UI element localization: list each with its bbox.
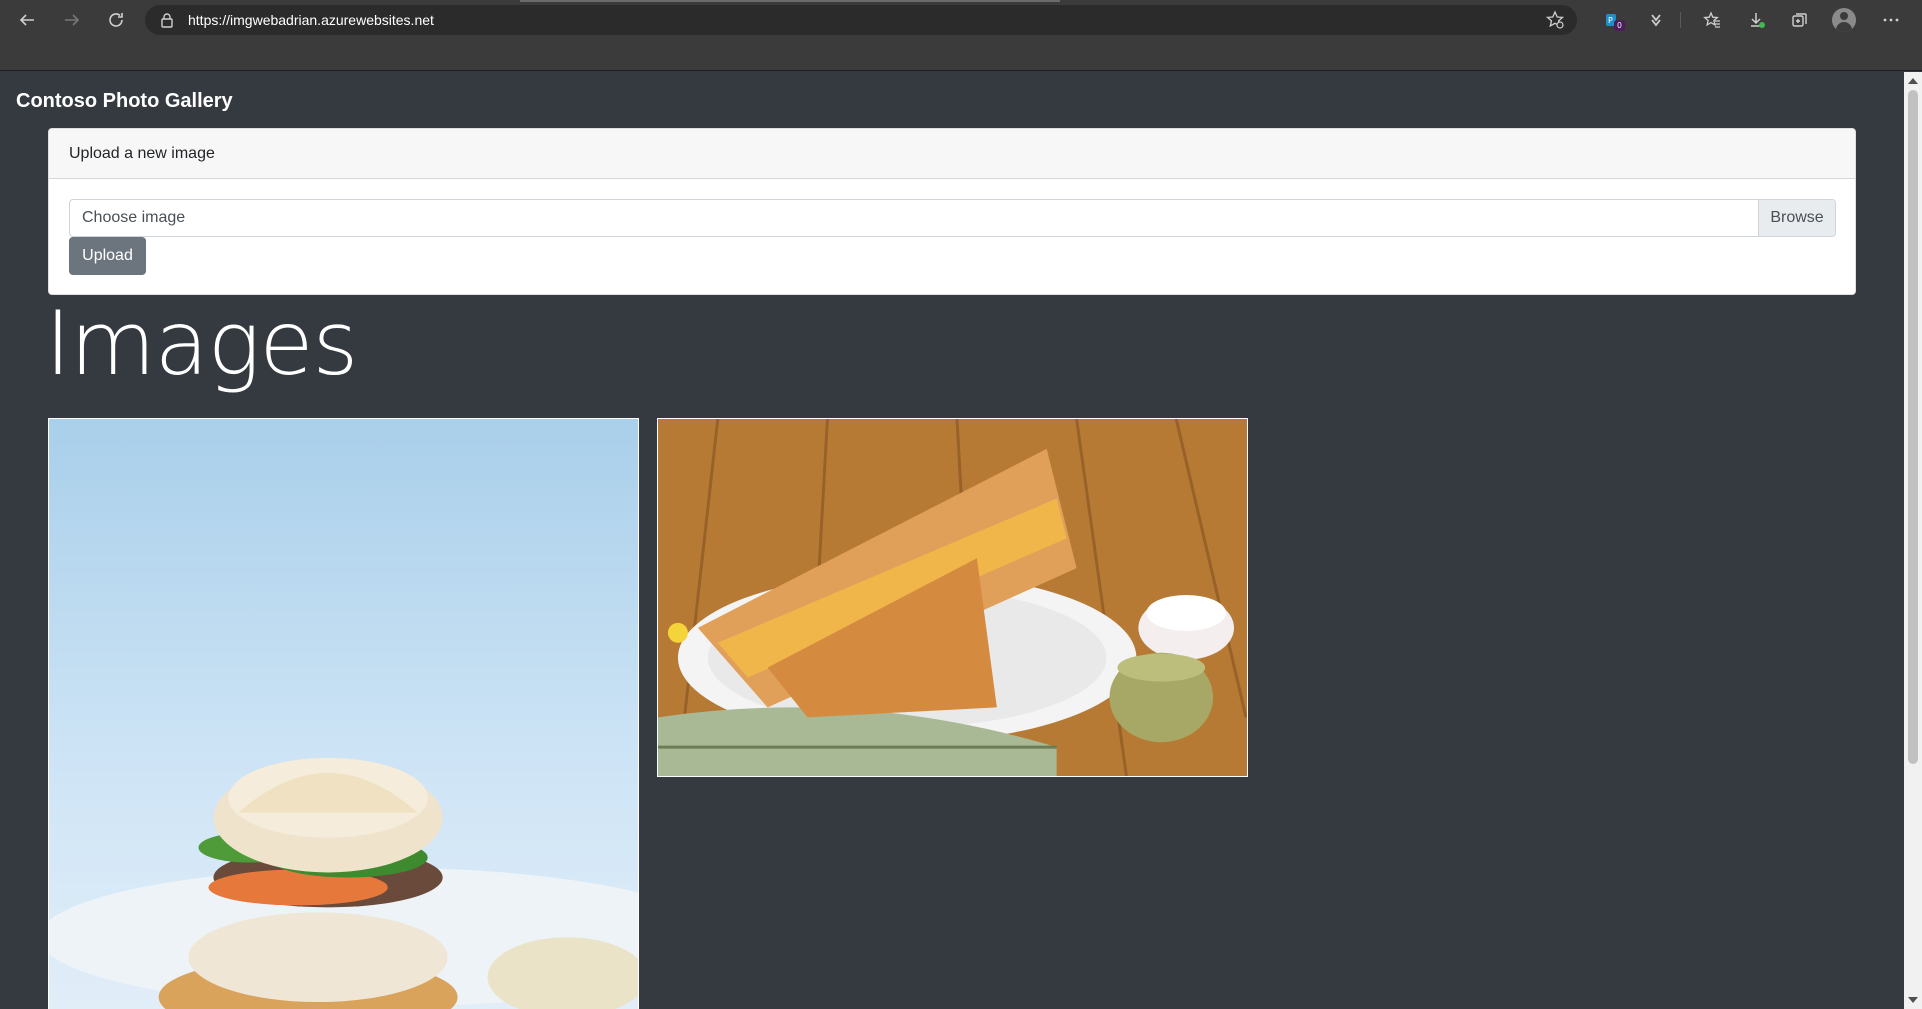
upload-button[interactable]: Upload <box>69 237 146 275</box>
profile-icon[interactable] <box>1832 8 1856 32</box>
scrollbar-thumb[interactable] <box>1908 90 1918 764</box>
svg-text:P: P <box>1608 16 1613 25</box>
tab-indicator <box>520 0 1060 2</box>
address-bar[interactable]: https://imgwebadrian.azurewebsites.net <box>145 5 1577 35</box>
images-heading: Images <box>45 292 358 395</box>
file-input[interactable]: Choose image Browse <box>69 199 1836 237</box>
grilled-sandwich-photo <box>658 419 1247 776</box>
browser-chrome: https://imgwebadrian.azurewebsites.net P… <box>0 0 1922 71</box>
browse-button[interactable]: Browse <box>1758 200 1835 236</box>
refresh-button[interactable] <box>101 6 131 34</box>
back-icon <box>19 14 34 26</box>
back-button[interactable] <box>12 6 42 34</box>
more-button[interactable] <box>1876 6 1906 34</box>
extension-badge: 0 <box>1614 20 1625 31</box>
file-input-placeholder: Choose image <box>82 209 186 226</box>
favorites-button[interactable] <box>1697 6 1727 34</box>
gallery-image[interactable] <box>657 418 1248 777</box>
extension-button[interactable]: P 0 <box>1597 6 1627 34</box>
refresh-icon <box>109 13 123 27</box>
url-text[interactable]: https://imgwebadrian.azurewebsites.net <box>188 12 434 28</box>
downloads-button[interactable] <box>1742 6 1772 34</box>
vertical-scrollbar[interactable] <box>1904 72 1922 1009</box>
add-favorite-icon[interactable] <box>1545 10 1565 30</box>
favorites-icon <box>1703 11 1720 28</box>
page-content: Contoso Photo Gallery Upload a new image… <box>0 72 1904 1009</box>
brand-title[interactable]: Contoso Photo Gallery <box>16 90 233 113</box>
gallery-image[interactable] <box>48 418 639 1009</box>
sandwich-photo <box>49 419 638 1009</box>
browser-toolbar: https://imgwebadrian.azurewebsites.net P… <box>0 0 1922 40</box>
upload-card: Upload a new image Choose image Browse U… <box>48 128 1856 295</box>
more-icon <box>1883 18 1899 22</box>
downloads-icon <box>1751 13 1765 28</box>
toolbar-divider <box>1680 12 1681 28</box>
forward-icon <box>65 14 80 26</box>
scroll-down-icon[interactable] <box>1908 997 1918 1003</box>
scroll-up-icon[interactable] <box>1908 78 1918 84</box>
lock-icon <box>161 13 173 28</box>
extension-button-2[interactable] <box>1641 6 1671 34</box>
upload-card-header: Upload a new image <box>49 129 1855 179</box>
extension-icon-2 <box>1651 14 1661 27</box>
collections-icon <box>1792 13 1807 27</box>
forward-button[interactable] <box>57 6 87 34</box>
collections-button[interactable] <box>1785 6 1815 34</box>
